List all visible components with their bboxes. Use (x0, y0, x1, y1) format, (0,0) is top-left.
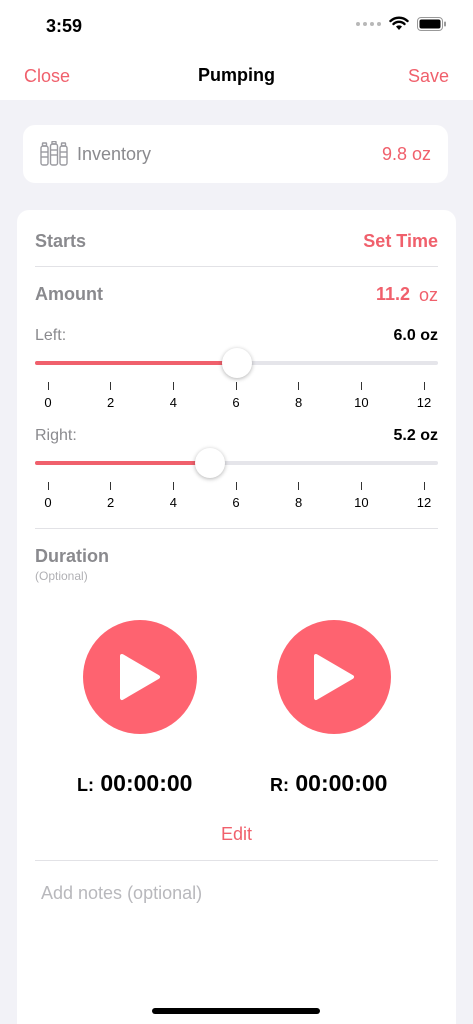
scale-tick: 2 (101, 382, 121, 410)
tick-label: 0 (44, 395, 52, 410)
inventory-value: 9.8 oz (381, 144, 431, 164)
tick-label: 2 (107, 395, 115, 410)
right-timer-value: 00:00:00 (295, 770, 388, 796)
tick-label: 6 (232, 395, 240, 410)
page-title: Pumping (198, 65, 275, 85)
duration-label: Duration (35, 546, 109, 566)
cellular-signal-icon (356, 21, 381, 26)
left-amount-slider[interactable] (35, 348, 438, 378)
pumping-form-card: Starts Set Time Amount 11.2 oz Left: 6.0… (17, 210, 456, 1024)
divider (35, 266, 438, 267)
tick-label: 4 (169, 395, 177, 410)
tick-label: 8 (295, 395, 303, 410)
tick-label: 0 (44, 495, 52, 510)
left-slider-scale: 0 2 4 6 8 10 12 (35, 382, 438, 412)
scale-tick: 10 (351, 382, 371, 410)
scale-tick: 12 (414, 382, 434, 410)
tick-label: 12 (416, 395, 432, 410)
left-play-button[interactable] (83, 620, 197, 734)
left-timer-prefix: L: (77, 775, 94, 795)
amount-value: 11.2 (375, 284, 410, 304)
status-time: 3:59 (46, 16, 83, 36)
tick-label: 6 (232, 495, 240, 510)
scale-tick: 6 (226, 482, 246, 510)
navigation-bar: Close Pumping Save (0, 50, 473, 100)
amount-label: Amount (35, 284, 103, 304)
tick-mark (172, 482, 174, 490)
left-label: Left: (35, 327, 67, 344)
tick-mark (110, 382, 112, 390)
divider (35, 528, 438, 529)
tick-mark (298, 382, 300, 390)
tick-mark (47, 382, 49, 390)
right-play-button[interactable] (277, 620, 391, 734)
scale-tick: 12 (414, 482, 434, 510)
right-label: Right: (35, 427, 77, 444)
wifi-icon (389, 16, 409, 30)
right-slider-scale: 0 2 4 6 8 10 12 (35, 482, 438, 512)
tick-mark (110, 482, 112, 490)
battery-icon (417, 16, 446, 31)
scale-tick: 8 (289, 382, 309, 410)
right-timer: R: 00:00:00 (270, 770, 387, 797)
status-bar: 3:59 (0, 0, 473, 50)
tick-mark (423, 482, 425, 490)
slider-thumb[interactable] (221, 348, 252, 378)
scale-tick: 4 (163, 382, 183, 410)
scale-tick: 2 (101, 482, 121, 510)
save-button[interactable]: Save (408, 66, 449, 87)
tick-mark (360, 482, 362, 490)
right-value: 5.2 oz (393, 427, 438, 444)
scale-tick: 4 (163, 482, 183, 510)
tick-mark (47, 482, 49, 490)
tick-mark (172, 382, 174, 390)
status-icons (356, 16, 447, 31)
optional-hint: (Optional) (35, 569, 88, 583)
set-time-button[interactable]: Set Time (363, 231, 438, 252)
edit-duration-button[interactable]: Edit (17, 824, 456, 845)
starts-label: Starts (35, 231, 87, 251)
inventory-label: Inventory (77, 144, 152, 164)
scale-tick: 6 (226, 382, 246, 410)
tick-mark (423, 382, 425, 390)
tick-label: 4 (169, 495, 177, 510)
scale-tick: 10 (351, 482, 371, 510)
tick-label: 12 (416, 495, 432, 510)
scale-tick: 0 (38, 482, 58, 510)
left-timer-value: 00:00:00 (100, 770, 193, 796)
play-icon (120, 654, 160, 700)
amount-unit: oz (418, 285, 438, 305)
right-timer-prefix: R: (270, 775, 289, 795)
notes-input[interactable]: Add notes (optional) (41, 883, 202, 904)
tick-mark (235, 482, 237, 490)
left-timer: L: 00:00:00 (77, 770, 192, 797)
slider-fill (35, 361, 237, 365)
slider-thumb[interactable] (194, 448, 225, 478)
tick-label: 8 (295, 495, 303, 510)
tick-mark (298, 482, 300, 490)
tick-mark (235, 382, 237, 390)
play-icon (314, 654, 354, 700)
divider (35, 860, 438, 861)
scale-tick: 0 (38, 382, 58, 410)
right-amount-slider[interactable] (35, 448, 438, 478)
scale-tick: 8 (289, 482, 309, 510)
slider-fill (35, 461, 210, 465)
bottles-icon (40, 141, 68, 166)
home-indicator (152, 1008, 320, 1014)
tick-label: 10 (354, 395, 369, 410)
tick-label: 2 (107, 495, 115, 510)
left-value: 6.0 oz (393, 327, 438, 344)
tick-mark (360, 382, 362, 390)
inventory-row[interactable]: Inventory 9.8 oz (23, 125, 448, 183)
tick-label: 10 (354, 495, 369, 510)
